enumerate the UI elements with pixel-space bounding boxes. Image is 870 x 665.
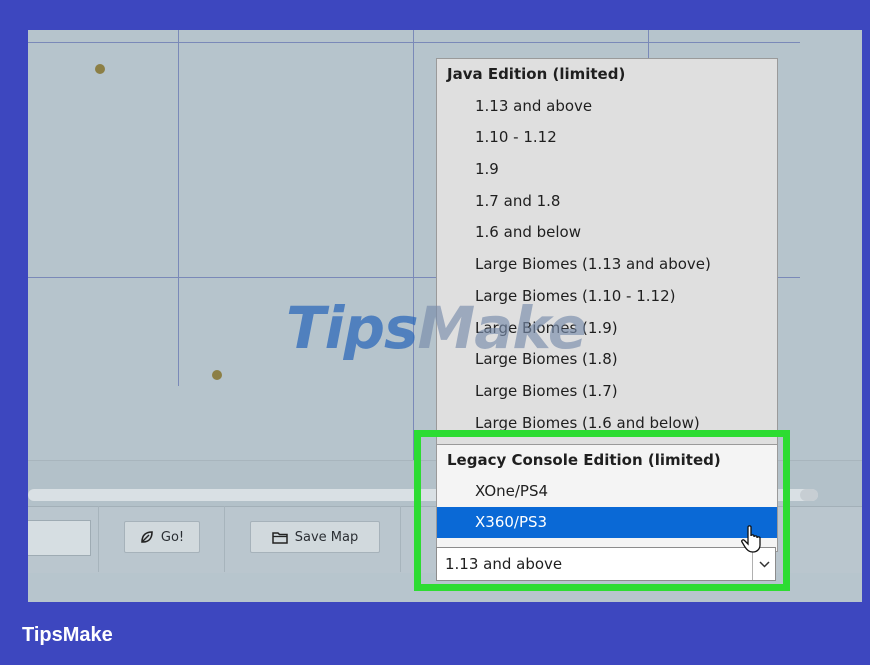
map-marker[interactable] [212,370,222,380]
world-type-dropdown-list[interactable]: Java Edition (limited) 1.13 and above 1.… [436,58,778,490]
option-1-10-1-12[interactable]: 1.10 - 1.12 [437,122,777,154]
save-map-label: Save Map [294,529,359,545]
option-large-biomes-1-13[interactable]: Large Biomes (1.13 and above) [437,249,777,281]
footer-brand: TipsMake [22,624,113,646]
go-button-label: Go! [160,529,185,545]
option-1-9[interactable]: 1.9 [437,154,777,186]
app-window: Go! Save Map Java Edition (limited) 1.13… [28,30,862,602]
save-map-button[interactable]: Save Map [250,521,380,553]
seed-input[interactable] [28,520,91,556]
option-1-6-and-below[interactable]: 1.6 and below [437,217,777,249]
toolbar-divider [400,506,401,572]
grid-line [28,42,800,43]
go-button[interactable]: Go! [124,521,200,553]
highlight-box [414,430,790,591]
toolbar-divider [224,506,225,572]
option-large-biomes-1-7[interactable]: Large Biomes (1.7) [437,376,777,408]
mouse-cursor-icon [740,524,766,558]
folder-icon [272,531,288,544]
option-1-13-and-above[interactable]: 1.13 and above [437,91,777,123]
watermark: TipsMake [286,294,587,362]
option-1-7-and-1-8[interactable]: 1.7 and 1.8 [437,186,777,218]
grid-line [178,30,179,386]
map-marker[interactable] [95,64,105,74]
scrollbar-thumb[interactable] [800,489,818,501]
group-java-edition: Java Edition (limited) [447,65,626,83]
leaf-icon [140,530,154,544]
grid-line [413,30,414,490]
toolbar-divider [98,506,99,572]
